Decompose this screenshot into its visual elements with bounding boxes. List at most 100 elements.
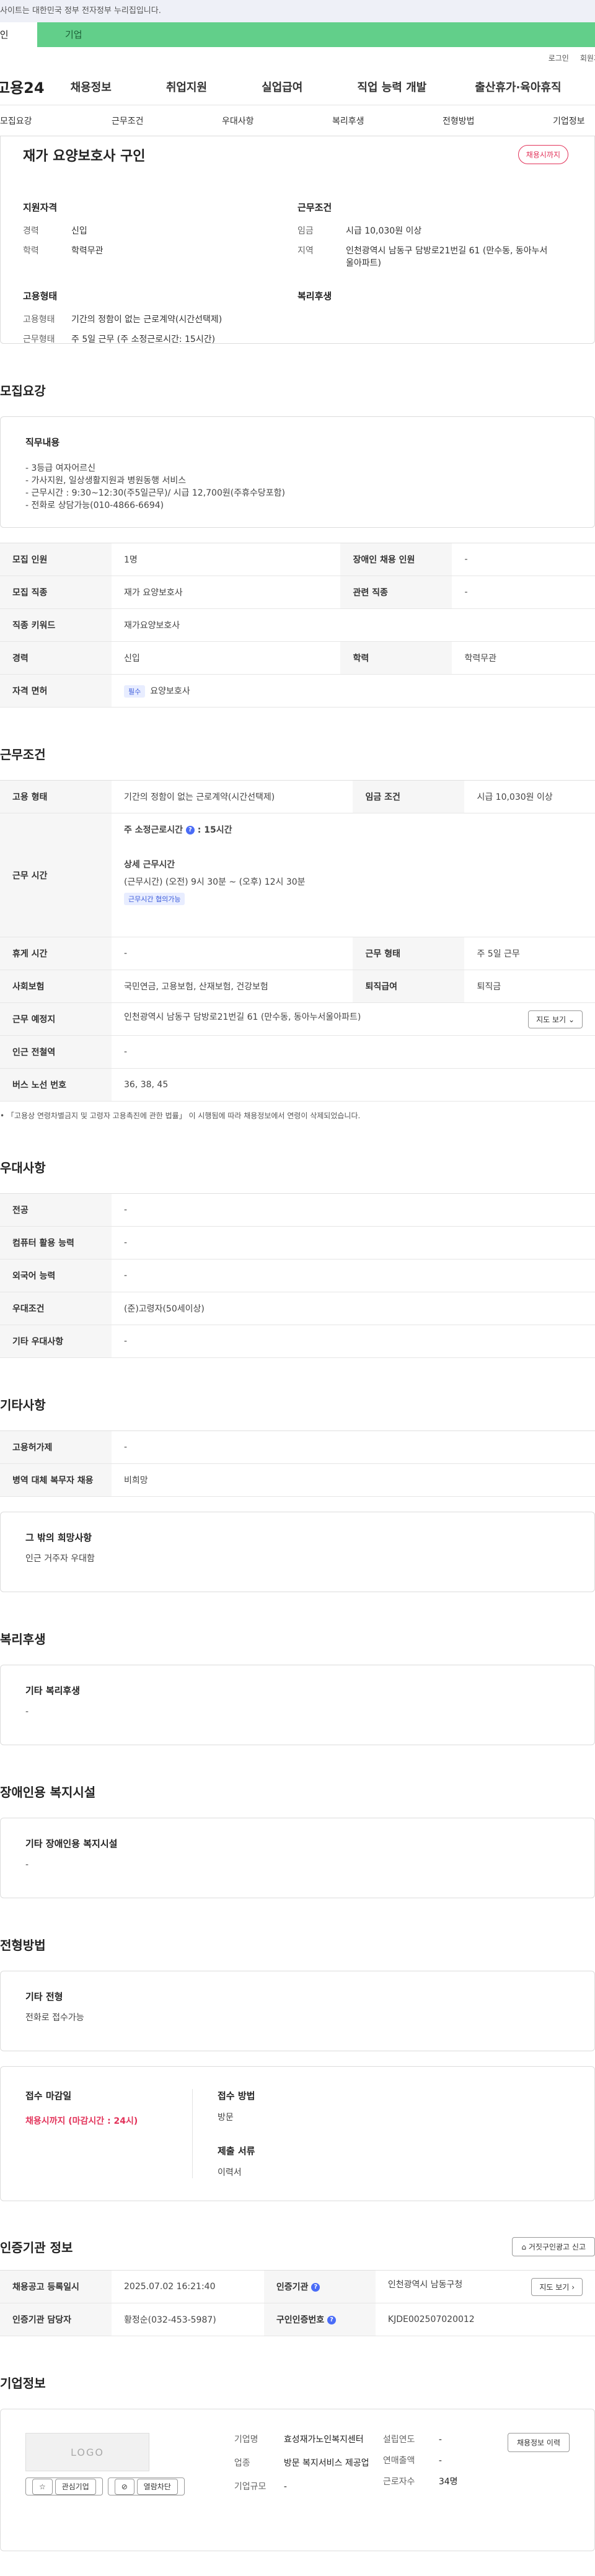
cell-label: 퇴직급여 [353, 970, 465, 1003]
qualification-heading: 지원자격 [23, 202, 58, 213]
cell-value: - [112, 1259, 595, 1292]
license-cell: 필수 요양보호사 [112, 674, 595, 708]
employment-heading: 고용형태 [23, 291, 58, 302]
menu-unemployment[interactable]: 실업급여 [262, 79, 302, 95]
cell-value: - [112, 1430, 595, 1464]
cell-label: 사회보험 [0, 970, 112, 1003]
tab-company[interactable]: 기업 [37, 22, 595, 47]
info-icon[interactable]: ? [311, 2283, 320, 2292]
cell-value: 퇴직금 [464, 970, 595, 1003]
cell-label: 근무 시간 [0, 813, 112, 937]
page-content: 재가 요양보호사 구인 채용시까지 지원자격 경력 신입 학력 학력무관 근무조건 … [0, 136, 595, 2576]
home-icon: ⌂ [521, 2243, 527, 2251]
company-row-key: 기업규모 [234, 2482, 267, 2492]
table-row: 외국어 능력 - [0, 1259, 595, 1292]
menu-jobs[interactable]: 채용정보 [71, 79, 112, 95]
table-row: 채용공고 등록일시 2025.07.02 16:21:40 인증기관 ? 인천광역… [0, 2270, 595, 2303]
hours-weekly-row: 주 소정근로시간 ? : 15시간 [124, 825, 232, 835]
cell-label: 고용허가제 [0, 1430, 112, 1464]
login-link[interactable]: 로그인 [549, 53, 569, 63]
cell-value: 재가요양보호사 [112, 608, 595, 642]
cell-label: 인증기관 담당자 [0, 2303, 112, 2336]
section-title-company: 기업정보 [0, 2376, 46, 2391]
summary-row-value: 주 5일 근무 (주 소정근로시간: 15시간) [71, 335, 216, 344]
cell-label: 우대조건 [0, 1292, 112, 1325]
cell-value: 국민연금, 고용보험, 산재보험, 건강보험 [112, 970, 353, 1003]
table-row: 모집 직종 재가 요양보호사 관련 직종 - [0, 576, 595, 609]
cell-label: 구인인증번호 [276, 2315, 325, 2325]
cell-value: 황정순(032-453-5987) [112, 2303, 264, 2336]
summary-row-key: 경력 [23, 226, 39, 236]
history-button[interactable]: 채용정보 이력 [507, 2433, 570, 2452]
cell-value: - [112, 937, 353, 970]
snb-work[interactable]: 근무조건 [112, 115, 144, 127]
method-value: 방문 [218, 2113, 234, 2123]
table-row: 근무 예정지 인천광역시 남동구 담방로21번길 61 (만수동, 동아누서울아… [0, 1002, 595, 1036]
table-row: 인근 전철역 - [0, 1035, 595, 1069]
wish-box: 그 밖의 희망사항 인근 거주자 우대함 [0, 1512, 595, 1592]
company-row-key: 연매출액 [382, 2456, 415, 2466]
required-chip: 필수 [124, 685, 146, 698]
cell-value: 인천광역시 남동구청 [387, 2279, 463, 2290]
menu-parental-leave[interactable]: 출산휴가·육아휴직 [475, 79, 561, 95]
tab-personal[interactable]: 개인 [0, 22, 37, 47]
cert-map-button[interactable]: 지도 보기 › [531, 2277, 583, 2296]
snb-company[interactable]: 기업정보 [553, 115, 585, 127]
cell-value: 신입 [112, 641, 341, 675]
company-row: 설립연도 - [383, 2433, 470, 2447]
info-icon[interactable]: ? [185, 826, 195, 835]
section-title-selection: 전형방법 [0, 1938, 46, 1953]
disability-box: 기타 장애인용 복지시설 - [0, 1818, 595, 1898]
utility-nav: 로그인 회원가입 [0, 47, 595, 68]
company-row-key: 근로자수 [382, 2477, 415, 2487]
table-row: 병역 대체 복무자 채용 비희망 [0, 1463, 595, 1497]
company-box: LOGO ☆ 관심기업 ⊘ 열람차단 기업명 효성재가노인복지센터 업종 방문 복지… [0, 2409, 595, 2551]
table-row: 고용 형태 기간의 정함이 없는 근로계약(시간선택제) 임금 조건 시급 10,0… [0, 780, 595, 813]
table-row: 모집 인원 1명 장애인 채용 인원 - [0, 543, 595, 576]
summary-row: 지역 인천광역시 남동구 담방로21번길 61 (만수동, 동아누서울아파트) [298, 245, 572, 269]
report-button-label: 거짓구인광고 신고 [528, 2243, 586, 2251]
info-icon[interactable]: ? [327, 2316, 337, 2324]
job-description-box: 직무내용 - 3등급 여자어르신 - 가사지원, 일상생활지원과 병원동행 서비… [0, 416, 595, 528]
cell-value: 2025.07.02 16:21:40 [112, 2270, 264, 2303]
cell-label: 근무 예정지 [0, 1002, 112, 1036]
map-button[interactable]: 지도 보기 ⌄ [528, 1010, 583, 1028]
hours-detail-value: (근무시간) (오전) 9시 30분 ~ (오후) 12시 30분 [124, 877, 306, 887]
cell-value: KJDE002507020012 [375, 2303, 595, 2336]
welfare-block: 복리후생 [298, 289, 572, 353]
block-button[interactable]: ⊘ 열람차단 [107, 2477, 185, 2495]
cell-label: 장애인 채용 인원 [340, 543, 452, 576]
menu-employment-support[interactable]: 취업지원 [166, 79, 207, 95]
snb-pref[interactable]: 우대사항 [222, 115, 254, 127]
company-row-value: - [438, 2435, 442, 2445]
user-type-tabs: 개인 기업 [0, 22, 595, 47]
report-button[interactable]: ⌂ 거짓구인광고 신고 [512, 2237, 595, 2256]
cell-value: 재가 요양보호사 [112, 576, 341, 609]
interest-button[interactable]: ☆ 관심기업 [25, 2477, 103, 2495]
summary-row-key: 학력 [23, 246, 39, 256]
hours-weekly-label: 주 소정근로시간 [124, 825, 183, 835]
recruit-table: 모집 인원 1명 장애인 채용 인원 - 모집 직종 재가 요양보호사 관련 직종 - … [0, 543, 595, 708]
summary-row: 경력 신입 [23, 225, 298, 237]
table-row: 컴퓨터 활용 능력 - [0, 1226, 595, 1260]
hours-cell: 주 소정근로시간 ? : 15시간 상세 근무시간 (근무시간) (오전) 9시… [112, 813, 595, 937]
summary-row-value: 기간의 정함이 없는 근로계약(시간선택제) [71, 315, 223, 325]
cell-label: 학력 [340, 641, 452, 675]
employment-block: 고용형태 고용형태 기간의 정함이 없는 근로계약(시간선택제) 근무형태 주 5일… [23, 289, 298, 353]
site-logo[interactable]: 고용24 [0, 76, 45, 97]
company-row-key: 설립연도 [382, 2435, 415, 2445]
signup-link[interactable]: 회원가입 [580, 53, 595, 63]
table-row: 전공 - [0, 1193, 595, 1227]
hours-chip-wrap: 근무시간 협의가능 [124, 893, 595, 905]
summary-row-value: 학력무관 [71, 246, 104, 256]
snb-welfare[interactable]: 복리후생 [332, 115, 364, 127]
snb-recruit[interactable]: 모집요강 [0, 115, 32, 127]
menu-training[interactable]: 직업 능력 개발 [357, 79, 426, 95]
summary-grid-top: 지원자격 경력 신입 학력 학력무관 근무조건 임금 시급 10,030원 이상 지역… [23, 201, 572, 277]
cell-label: 관련 직종 [340, 576, 452, 609]
cell-label: 인증기관 [276, 2282, 309, 2292]
company-row-value: - [283, 2482, 287, 2492]
cell-value: - [112, 1193, 595, 1227]
summary-grid-bottom: 고용형태 고용형태 기간의 정함이 없는 근로계약(시간선택제) 근무형태 주 5일… [23, 289, 572, 353]
snb-selection[interactable]: 전형방법 [443, 115, 475, 127]
